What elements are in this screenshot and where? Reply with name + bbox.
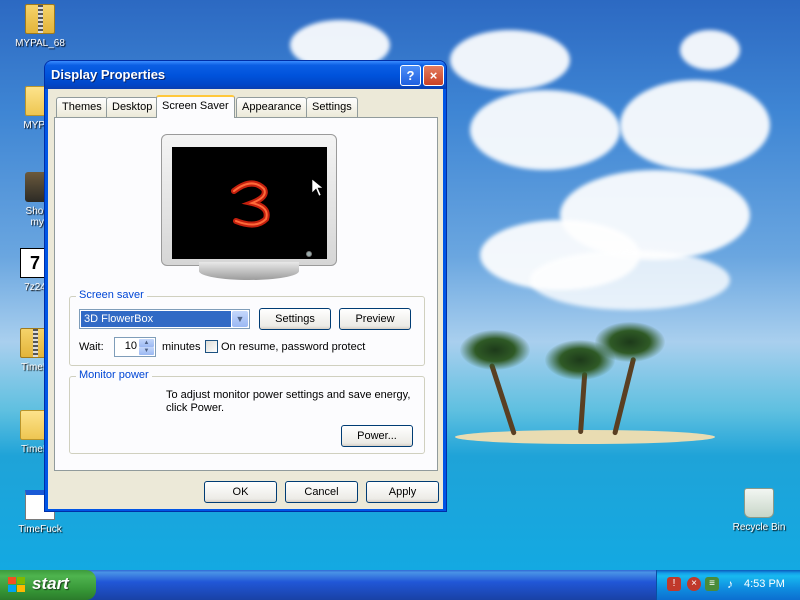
display-properties-window: Display Properties ? × Themes Desktop Sc…: [44, 60, 447, 512]
monitor-stand: [199, 262, 299, 280]
chevron-down-icon[interactable]: ▼: [232, 311, 248, 327]
desktop-icon-label: Recycle Bin: [732, 522, 786, 533]
screen-saver-dropdown[interactable]: 3D FlowerBox ▼: [79, 309, 250, 329]
monitor-power-description: To adjust monitor power settings and sav…: [166, 389, 411, 414]
screen-saver-group-title: Screen saver: [76, 289, 147, 301]
tab-themes[interactable]: Themes: [56, 97, 108, 117]
apply-button[interactable]: Apply: [366, 481, 439, 503]
tab-screen-saver[interactable]: Screen Saver: [156, 95, 235, 118]
monitor-power-group-title: Monitor power: [76, 369, 152, 381]
screen-saver-preview-screen: [172, 147, 327, 259]
start-button[interactable]: start: [0, 570, 96, 600]
clock[interactable]: 4:53 PM: [744, 578, 785, 590]
desktop-icon-mypal-zip[interactable]: MYPAL_68: [5, 4, 75, 49]
tab-settings[interactable]: Settings: [306, 97, 358, 117]
window-title: Display Properties: [51, 67, 166, 82]
monitor-preview: [161, 134, 337, 284]
flowerbox-ribbon-icon: [231, 178, 324, 228]
title-bar[interactable]: Display Properties ? ×: [45, 61, 446, 89]
system-tray: ! × ≡ ♪ 4:53 PM: [656, 570, 800, 600]
monitor-power-group: Monitor power To adjust monitor power se…: [69, 369, 425, 454]
settings-button[interactable]: Settings: [259, 308, 331, 330]
taskbar: start ! × ≡ ♪ 4:53 PM: [0, 570, 800, 600]
volume-icon[interactable]: ♪: [723, 577, 737, 591]
minutes-label: minutes: [162, 341, 201, 353]
spin-up-icon[interactable]: ▲: [139, 339, 154, 347]
cancel-button[interactable]: Cancel: [285, 481, 358, 503]
window-client-area: Themes Desktop Screen Saver Appearance S…: [48, 89, 443, 509]
wait-minutes-spinner[interactable]: 10 ▲ ▼: [114, 337, 156, 357]
screen-saver-panel: Screen saver 3D FlowerBox ▼ Settings Pre…: [54, 117, 438, 471]
wait-label: Wait:: [79, 341, 104, 353]
tab-desktop[interactable]: Desktop: [106, 97, 159, 117]
desktop-icon-label: TimeFuck: [18, 524, 62, 535]
password-protect-label[interactable]: On resume, password protect: [221, 341, 365, 353]
preview-button[interactable]: Preview: [339, 308, 411, 330]
tab-appearance[interactable]: Appearance: [236, 97, 308, 117]
power-button[interactable]: Power...: [341, 425, 413, 447]
wait-value: 10: [124, 340, 137, 352]
help-button[interactable]: ?: [400, 65, 421, 86]
network-icon[interactable]: ≡: [705, 577, 719, 591]
monitor-power-led: [306, 251, 312, 257]
screen-saver-selected: 3D FlowerBox: [81, 311, 231, 327]
zip-folder-icon: [25, 4, 55, 34]
recycle-bin-icon: [744, 488, 774, 518]
security-shield-icon[interactable]: !: [667, 577, 681, 591]
desktop-icon-label: MYPAL_68: [15, 38, 65, 49]
screen-saver-group: Screen saver 3D FlowerBox ▼ Settings Pre…: [69, 289, 425, 366]
windows-logo-icon: [8, 577, 26, 593]
ok-button[interactable]: OK: [204, 481, 277, 503]
start-label: start: [32, 574, 69, 593]
desktop-icon-recycle-bin[interactable]: Recycle Bin: [724, 488, 794, 533]
security-alert-icon[interactable]: ×: [687, 577, 701, 591]
monitor-frame: [161, 134, 337, 266]
spin-down-icon[interactable]: ▼: [139, 347, 154, 355]
password-protect-checkbox[interactable]: [205, 340, 218, 353]
close-button[interactable]: ×: [423, 65, 444, 86]
